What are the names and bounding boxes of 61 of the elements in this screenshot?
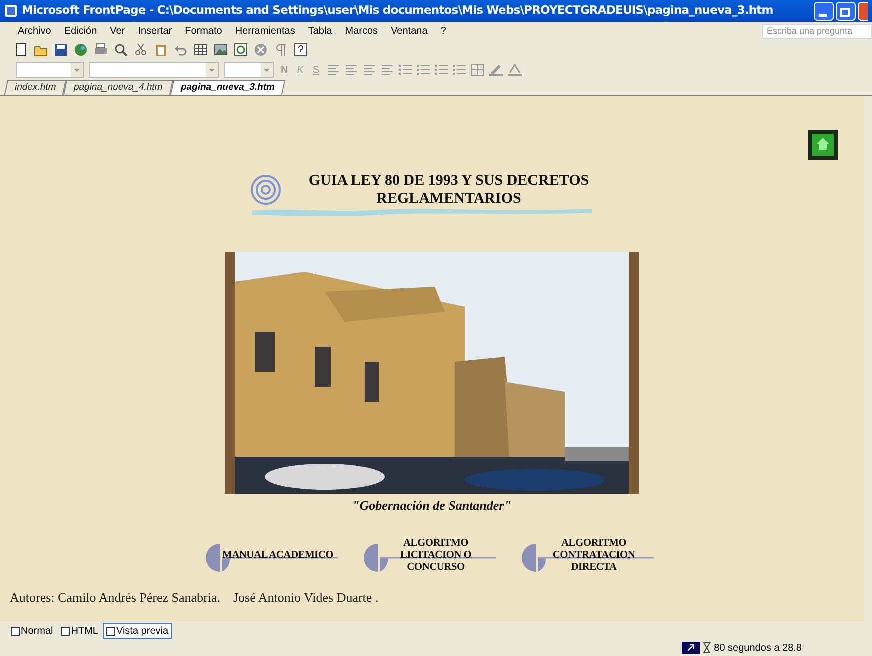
document-tab[interactable]: pagina_nueva_3.htm [170,80,286,95]
nav-button[interactable]: MANUAL ACADEMICO [202,534,340,578]
help-search-field[interactable]: Escriba una pregunta [762,24,872,38]
authors-text: Autores: Camilo Andrés Pérez Sanabria. José Antonio Vides Duarte . [10,588,379,606]
font-dropdown[interactable] [89,62,219,78]
clipboard-icon[interactable] [154,43,168,57]
style-dropdown[interactable] [16,62,84,78]
print-icon[interactable] [94,43,108,57]
page-heading: GUIA LEY 80 DE 1993 Y SUS DECRETOS REGLAMENTARIOS [308,172,590,208]
nav-button[interactable]: ALGORITMO LICITACION O CONCURSO [360,534,498,578]
spiral-icon [250,174,282,206]
maximize-button[interactable] [836,2,856,20]
menu-item[interactable]: Tabla [308,24,332,38]
download-time-text: 80 segundos a 28.8 [714,642,802,656]
menu-item[interactable]: Formato [185,24,222,38]
pilcrow-icon[interactable] [274,43,288,57]
font-color-icon[interactable] [508,64,522,76]
table-icon[interactable] [194,43,208,57]
align-icon[interactable] [326,64,340,76]
menu-item[interactable]: Herramientas [235,24,296,38]
page-view-icon [106,626,116,636]
document-tab[interactable]: pagina_nueva_4.htm [64,80,174,95]
menu-item[interactable]: Ventana [391,24,428,38]
menu-item[interactable]: Edición [64,24,98,38]
align-icon[interactable] [362,64,376,76]
page-view-icon [61,626,70,636]
stop-icon[interactable] [254,43,268,57]
menu-item[interactable]: Archivo [18,24,52,38]
menu-item[interactable]: ? [440,24,446,38]
image-icon[interactable] [214,43,228,57]
home-icon[interactable] [808,130,838,160]
nav-button[interactable]: ALGORITMO CONTRATACION DIRECTA [518,534,656,578]
magnifier-icon[interactable] [114,43,128,57]
app-icon [4,4,18,18]
align-icon[interactable] [344,64,358,76]
document-icon[interactable] [14,43,28,57]
view-tab[interactable]: Vista previa [103,623,172,639]
page-view-icon [11,626,20,636]
align-icon[interactable] [380,64,394,76]
hourglass-icon [703,642,712,654]
close-button[interactable] [858,2,868,20]
list-icon[interactable] [398,64,412,76]
list-icon[interactable] [434,64,448,76]
connection-icon [682,642,700,654]
view-tab[interactable]: HTML [58,623,102,639]
highlighter-icon[interactable] [488,64,503,76]
list-icon[interactable] [452,64,466,76]
border-icon[interactable] [470,64,484,76]
window-title: Microsoft FrontPage - C:\Documents and Settings\user\Mis documentos\Mis Webs\PROYECTGRADEUIS\pagina_nueva_3.htm [22,2,774,20]
list-icon[interactable] [416,64,430,76]
view-tab[interactable]: Normal [8,623,56,639]
help-icon[interactable] [294,43,308,57]
font-size-dropdown[interactable] [224,62,274,78]
menu-item[interactable]: Insertar [138,24,172,38]
menu-item[interactable]: Marcos [345,24,378,38]
globe-icon[interactable] [74,43,88,57]
minimize-button[interactable] [814,2,834,20]
picture-caption: "Gobernación de Santander" [352,497,512,515]
scissors-icon[interactable] [134,43,148,57]
menu-item[interactable]: Ver [110,24,126,38]
document-tab[interactable]: index.htm [4,80,67,95]
